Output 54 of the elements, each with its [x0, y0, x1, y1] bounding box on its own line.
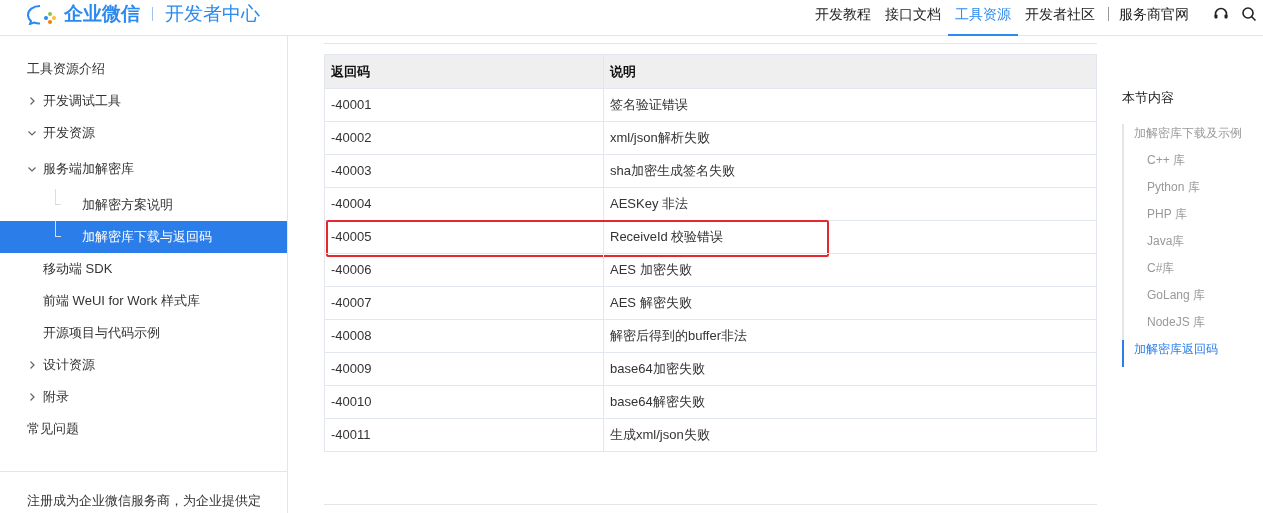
table-cell-text: AES 解密失败 — [609, 294, 692, 313]
table-cell: -40007 — [325, 287, 604, 319]
column-header: 说明 — [608, 62, 636, 81]
nav-tab[interactable]: 开发教程 — [808, 0, 878, 36]
column-header: 返回码 — [325, 55, 604, 88]
chevron-right-icon — [27, 392, 37, 402]
portal-title: 开发者中心 — [165, 1, 260, 26]
nav-tab[interactable]: 开发者社区 — [1018, 0, 1102, 36]
sidebar-item[interactable]: 开发调试工具 — [0, 85, 287, 117]
table-cell: -40008 — [325, 320, 604, 352]
table-cell-text: AESKey 非法 — [609, 195, 689, 214]
chevron-down-icon — [27, 164, 37, 174]
sidebar-item[interactable]: 开源项目与代码示例 — [0, 317, 287, 349]
chevron-right-icon — [27, 96, 37, 106]
toc-link[interactable]: 加解密库返回码 — [1122, 339, 1242, 367]
table-cell-text: 签名验证错误 — [609, 96, 688, 115]
table-cell: -40009 — [325, 353, 604, 385]
chevron-down-icon — [27, 128, 37, 138]
nav-tab[interactable]: 接口文档 — [878, 0, 948, 36]
table-cell-text: ReceiveId 校验错误 — [609, 228, 724, 247]
search-icon[interactable] — [1241, 6, 1257, 22]
toc-title: 本节内容 — [1122, 89, 1175, 107]
sidebar-item[interactable]: 开发资源 — [0, 117, 287, 149]
table-cell: -40004 — [325, 188, 604, 220]
table-cell-text: 生成xml/json失败 — [609, 426, 710, 445]
table-cell-text: AES 加密失败 — [609, 261, 692, 280]
table-cell-text: xml/json解析失败 — [609, 129, 710, 148]
nav-tab[interactable]: 工具资源 — [948, 0, 1018, 36]
sidebar-item[interactable]: 附录 — [0, 381, 287, 413]
sidebar-item[interactable]: 前端 WeUI for Work 样式库 — [0, 285, 287, 317]
chevron-right-icon — [27, 360, 37, 370]
chat-bubble-logo-icon — [26, 3, 56, 25]
table-cell: -40005 — [325, 221, 604, 253]
table-cell: -40011 — [325, 419, 604, 451]
table-cell-text: base64解密失败 — [609, 393, 705, 412]
table-cell: -40003 — [325, 155, 604, 187]
table-cell-text: 解密后得到的buffer非法 — [609, 327, 747, 346]
sidebar-item[interactable]: 服务端加解密库 — [0, 149, 287, 189]
table-cell: -40001 — [325, 89, 604, 121]
sidebar-item[interactable]: 加解密方案说明 — [0, 189, 287, 221]
table-cell: -40002 — [325, 122, 604, 154]
table-cell: -40006 — [325, 254, 604, 286]
logo-text: 企业微信 — [64, 1, 140, 26]
sidebar-item[interactable]: 设计资源 — [0, 349, 287, 381]
headset-icon[interactable] — [1213, 6, 1229, 22]
sidebar-item[interactable]: 移动端 SDK — [0, 253, 287, 285]
sidebar-item[interactable]: 工具资源介绍 — [0, 53, 287, 85]
table-cell-text: base64加密失败 — [609, 360, 705, 379]
sidebar-item[interactable]: 加解密库下载与返回码 — [0, 221, 287, 253]
table-cell-text: sha加密生成签名失败 — [609, 162, 735, 181]
nav-link[interactable]: 服务商官网 — [1115, 0, 1193, 25]
sidebar-item[interactable]: 常见问题 — [0, 413, 287, 445]
sidebar-footer-text: 注册成为企业微信服务商，为企业提供定 — [27, 492, 262, 510]
table-cell: -40010 — [325, 386, 604, 418]
